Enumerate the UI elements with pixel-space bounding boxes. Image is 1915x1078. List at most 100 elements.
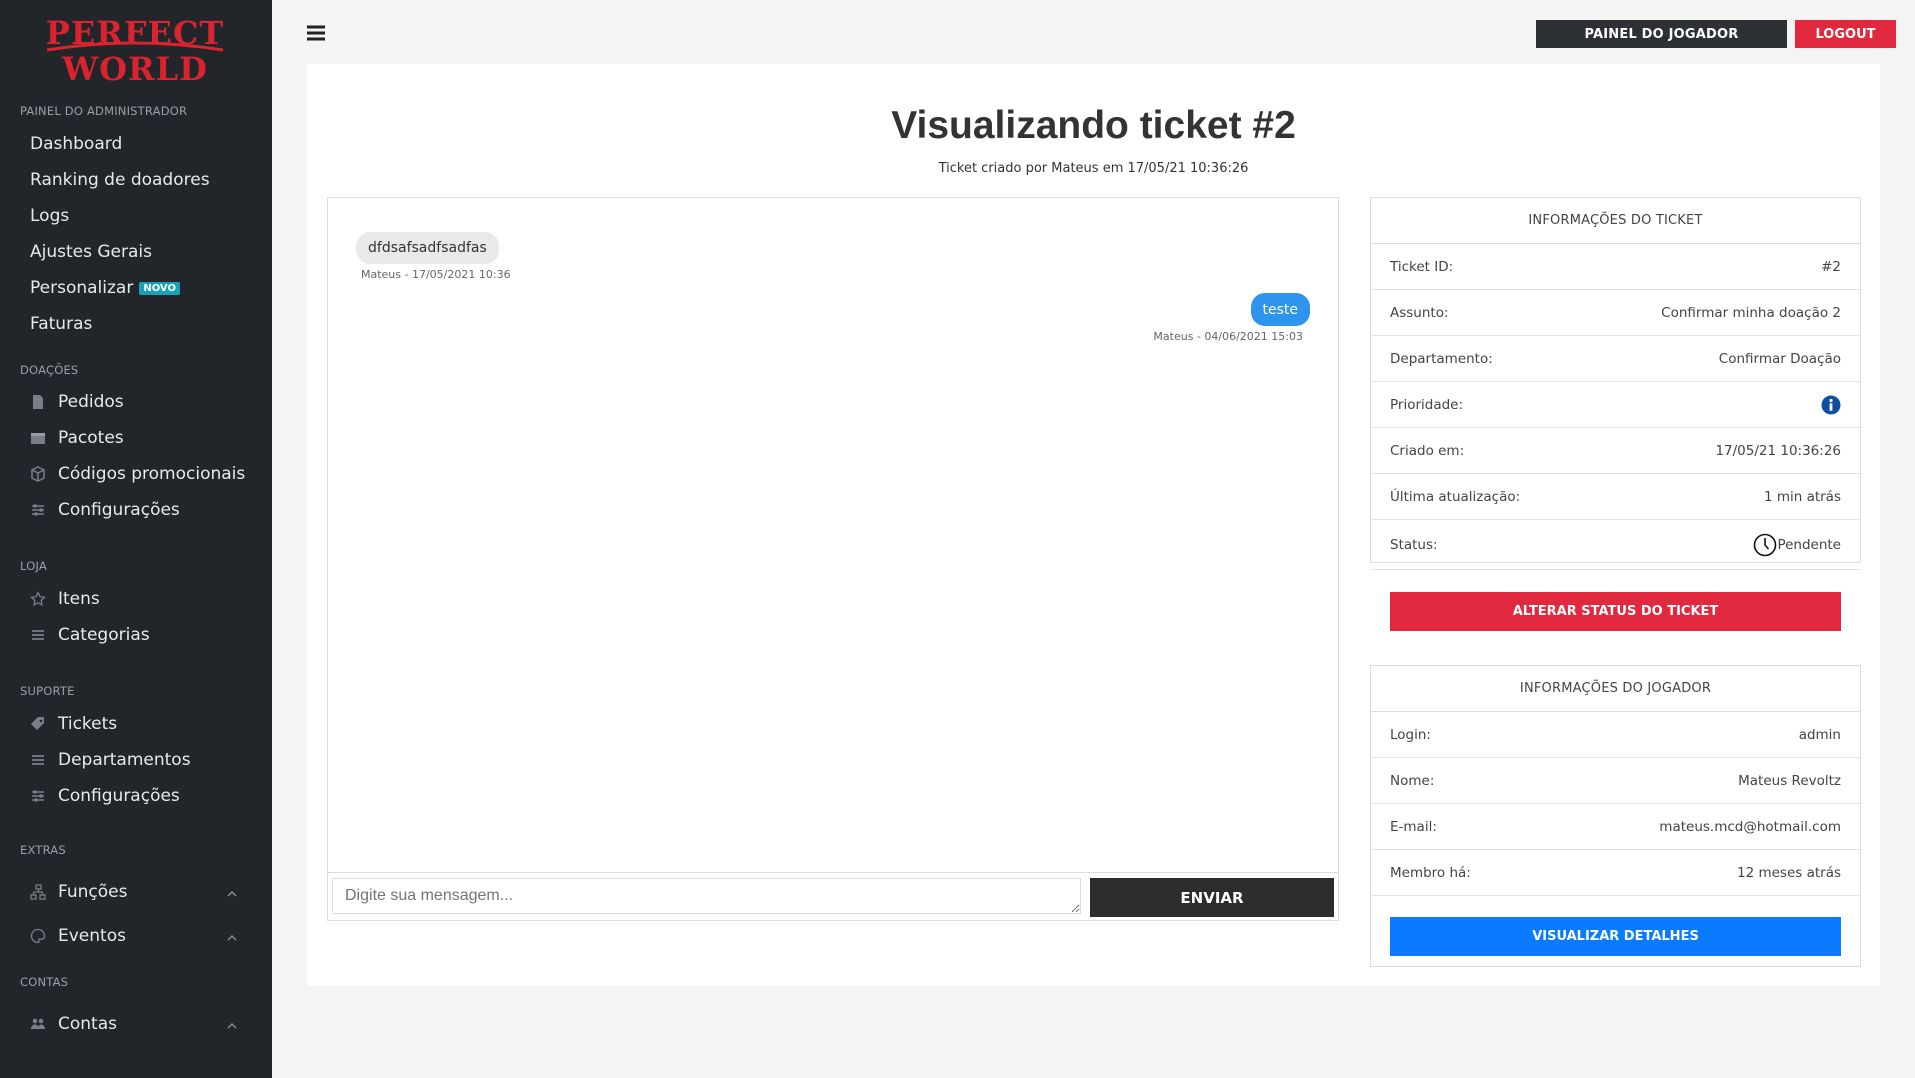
- sitemap-icon: [29, 883, 47, 901]
- row-label: Nome:: [1390, 772, 1435, 789]
- sidebar-item-label: Configurações: [58, 500, 180, 520]
- created-row: Criado em: 17/05/21 10:36:26: [1371, 428, 1860, 474]
- ticket-info-panel: INFORMAÇÕES DO TICKET Ticket ID: #2 Assun…: [1370, 197, 1861, 631]
- sidebar-item-config-suporte[interactable]: Configurações: [29, 786, 180, 806]
- list-icon: [29, 626, 47, 644]
- sidebar-item-funcoes[interactable]: Funções: [29, 882, 127, 902]
- row-label: Assunto:: [1390, 304, 1449, 321]
- sidebar-item-ajustes[interactable]: Ajustes Gerais: [30, 242, 152, 262]
- sidebar-item-tickets[interactable]: Tickets: [29, 714, 117, 734]
- section-suporte: SUPORTE: [20, 684, 75, 698]
- section-doacoes: DOAÇÕES: [20, 363, 79, 377]
- chat-panel: dfdsafsadfsadfas Mateus - 17/05/2021 10:…: [327, 197, 1339, 921]
- status-row: Status: Pendente: [1371, 520, 1860, 570]
- sidebar-item-faturas[interactable]: Faturas: [30, 314, 92, 334]
- sliders-icon: [29, 787, 47, 805]
- sidebar: PERFECT WORLD PAINEL DO ADMINISTRADOR Da…: [0, 0, 272, 1078]
- tag-icon: [29, 715, 47, 733]
- sliders-icon: [29, 501, 47, 519]
- sidebar-item-pedidos[interactable]: Pedidos: [29, 392, 124, 412]
- row-value: 12 meses atrás: [1736, 864, 1841, 881]
- view-details-button[interactable]: VISUALIZAR DETALHES: [1390, 917, 1841, 956]
- status-value: Pendente: [1777, 536, 1841, 553]
- ticket-id-row: Ticket ID: #2: [1371, 244, 1860, 290]
- page-title: Visualizando ticket #2: [891, 104, 1296, 147]
- sidebar-item-label: Logs: [30, 206, 70, 226]
- chevron-up-icon[interactable]: [226, 1020, 238, 1032]
- chat-message-incoming: dfdsafsadfsadfas: [356, 232, 499, 264]
- chat-message-outgoing: teste: [1250, 293, 1310, 326]
- sidebar-item-contas[interactable]: Contas: [29, 1014, 117, 1034]
- row-label: Criado em:: [1390, 442, 1465, 459]
- row-label: E-mail:: [1390, 818, 1437, 835]
- row-label: Status:: [1390, 536, 1438, 553]
- send-button[interactable]: ENVIAR: [1090, 878, 1334, 917]
- sidebar-item-label: Categorias: [58, 625, 150, 645]
- sidebar-item-label: Pacotes: [58, 428, 124, 448]
- message-input[interactable]: [332, 878, 1081, 914]
- section-extras: EXTRAS: [20, 843, 66, 857]
- sidebar-item-pacotes[interactable]: Pacotes: [29, 428, 124, 448]
- player-info-panel: INFORMAÇÕES DO JOGADOR Login: admin Nome:…: [1370, 665, 1861, 967]
- section-contas: CONTAS: [20, 975, 69, 989]
- ticket-info-heading: INFORMAÇÕES DO TICKET: [1371, 198, 1860, 244]
- row-label: Departamento:: [1390, 350, 1493, 367]
- name-row: Nome: Mateus Revoltz: [1371, 758, 1860, 804]
- sidebar-item-label: Tickets: [58, 714, 118, 734]
- sidebar-item-personalizar[interactable]: Personalizar NOVO: [30, 278, 180, 298]
- sidebar-item-config-doacoes[interactable]: Configurações: [29, 500, 180, 520]
- row-value: Confirmar Doação: [1718, 350, 1841, 367]
- info-icon[interactable]: [1821, 395, 1841, 415]
- row-value: 17/05/21 10:36:26: [1715, 442, 1841, 459]
- email-row: E-mail: mateus.mcd@hotmail.com: [1371, 804, 1860, 850]
- package-icon: [29, 429, 47, 447]
- perfect-world-logo[interactable]: PERFECT WORLD: [35, 12, 235, 86]
- sidebar-item-eventos[interactable]: Eventos: [29, 926, 126, 946]
- sidebar-item-categorias[interactable]: Categorias: [29, 625, 150, 645]
- star-icon: [29, 590, 47, 608]
- section-loja: LOJA: [20, 559, 47, 573]
- svg-text:WORLD: WORLD: [61, 50, 208, 86]
- sidebar-item-label: Configurações: [58, 786, 180, 806]
- cube-icon: [29, 465, 47, 483]
- sidebar-item-departamentos[interactable]: Departamentos: [29, 750, 191, 770]
- sidebar-item-logs[interactable]: Logs: [30, 206, 69, 226]
- login-row: Login: admin: [1371, 712, 1860, 758]
- new-badge: NOVO: [139, 281, 180, 295]
- sidebar-item-label: Itens: [58, 589, 100, 609]
- sidebar-item-label: Dashboard: [30, 134, 123, 154]
- row-value: 1 min atrás: [1763, 488, 1841, 505]
- list-icon: [29, 751, 47, 769]
- sidebar-item-label: Códigos promocionais: [58, 464, 246, 484]
- sidebar-item-codigos[interactable]: Códigos promocionais: [29, 464, 245, 484]
- sidebar-item-label: Contas: [58, 1014, 117, 1034]
- chat-message-meta: Mateus - 17/05/2021 10:36: [361, 268, 511, 281]
- logout-button[interactable]: LOGOUT: [1795, 20, 1896, 48]
- row-value: #2: [1821, 258, 1841, 275]
- change-status-button[interactable]: ALTERAR STATUS DO TICKET: [1390, 592, 1841, 631]
- updated-row: Última atualização: 1 min atrás: [1371, 474, 1860, 520]
- chevron-up-icon[interactable]: [226, 888, 238, 900]
- sidebar-item-label: Pedidos: [58, 392, 124, 412]
- row-value: Confirmar minha doação 2: [1661, 304, 1841, 321]
- member-since-row: Membro há: 12 meses atrás: [1371, 850, 1860, 896]
- priority-row: Prioridade:: [1371, 382, 1860, 428]
- row-label: Prioridade:: [1390, 396, 1464, 413]
- sidebar-item-label: Funções: [58, 882, 128, 902]
- section-admin: PAINEL DO ADMINISTRADOR: [20, 104, 188, 118]
- ticket-subtitle: Ticket criado por Mateus em 17/05/21 10:…: [938, 161, 1249, 176]
- sidebar-item-itens[interactable]: Itens: [29, 589, 100, 609]
- player-info-heading: INFORMAÇÕES DO JOGADOR: [1371, 666, 1860, 712]
- row-label: Login:: [1390, 726, 1431, 743]
- hamburger-menu-icon[interactable]: [306, 24, 326, 42]
- sidebar-item-label: Faturas: [30, 314, 93, 334]
- ticket-card: Visualizando ticket #2 Ticket criado por…: [307, 64, 1880, 986]
- row-value: mateus.mcd@hotmail.com: [1659, 818, 1841, 835]
- palette-icon: [29, 927, 47, 945]
- chat-message-meta: Mateus - 04/06/2021 15:03: [1153, 330, 1303, 343]
- row-value: Mateus Revoltz: [1738, 772, 1841, 789]
- sidebar-item-ranking[interactable]: Ranking de doadores: [30, 170, 210, 190]
- player-panel-button[interactable]: PAINEL DO JOGADOR: [1536, 20, 1787, 48]
- sidebar-item-dashboard[interactable]: Dashboard: [30, 134, 122, 154]
- chevron-up-icon[interactable]: [226, 932, 238, 944]
